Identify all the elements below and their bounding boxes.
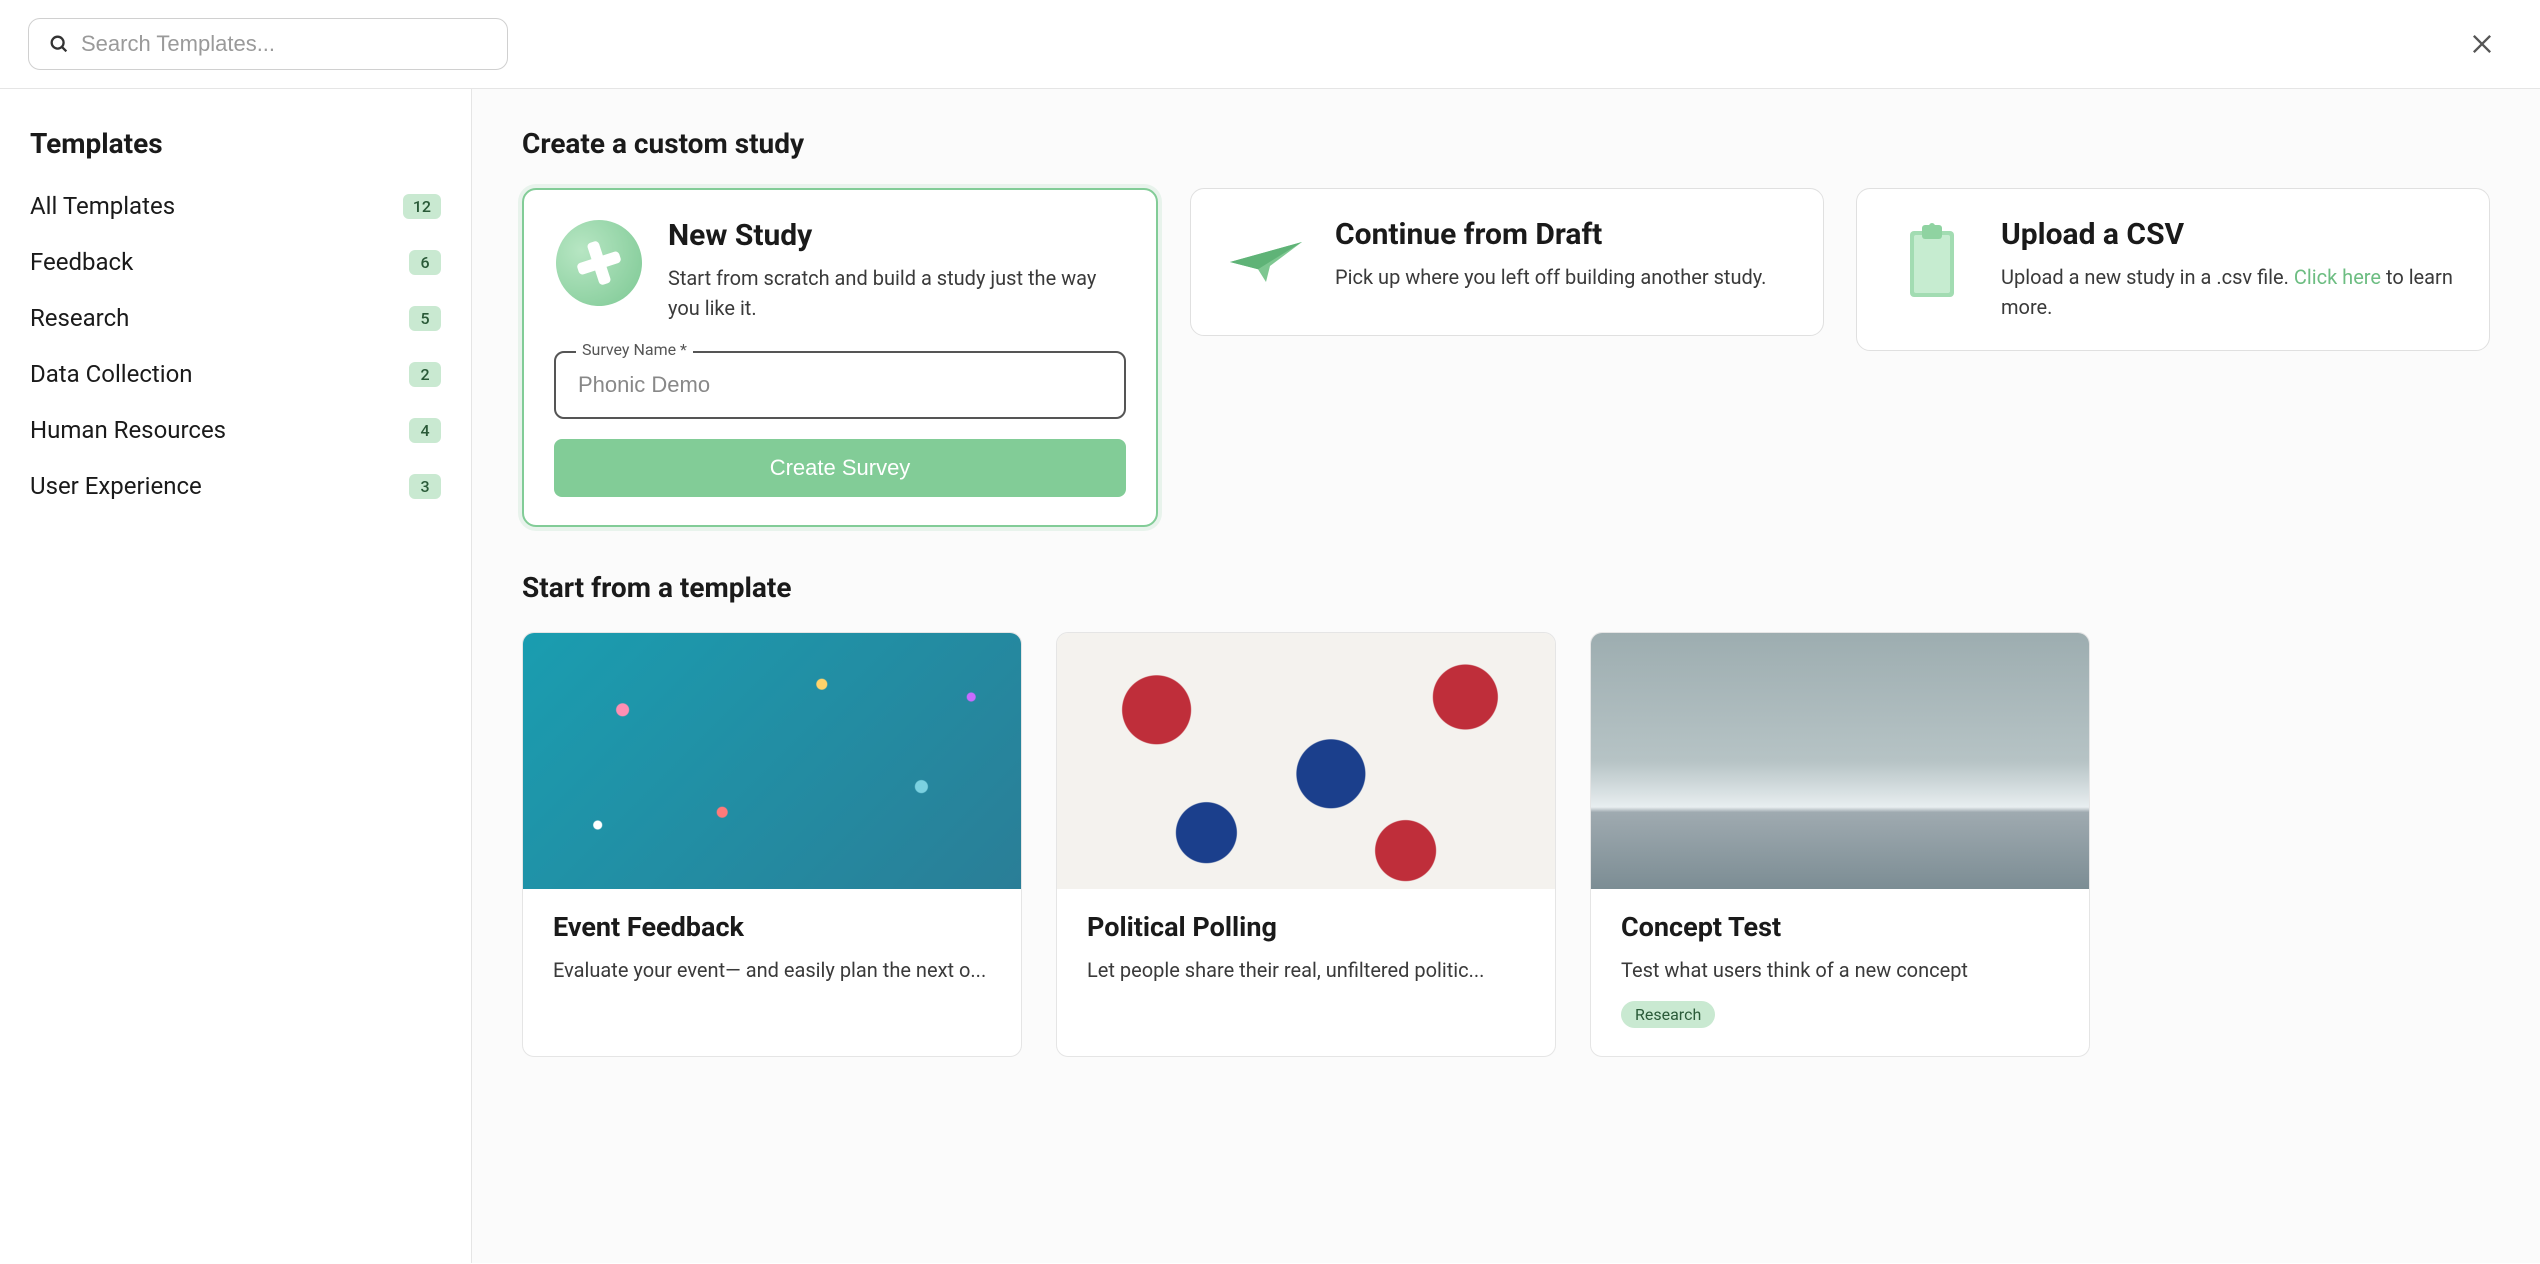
sidebar-item-user-experience[interactable]: User Experience 3 <box>30 458 441 514</box>
template-title: Event Feedback <box>553 911 991 943</box>
card-header: Upload a CSV Upload a new study in a .cs… <box>1887 217 2459 322</box>
templates-row: Event Feedback Evaluate your event— and … <box>522 632 2490 1057</box>
close-button[interactable] <box>2462 24 2502 64</box>
upload-csv-card[interactable]: Upload a CSV Upload a new study in a .cs… <box>1856 188 2490 351</box>
template-tag: Research <box>1621 1001 1715 1028</box>
field-label: Survey Name * <box>576 340 693 359</box>
clipboard-icon <box>1887 217 1977 307</box>
search-wrapper <box>28 18 508 70</box>
card-title: Continue from Draft <box>1335 217 1793 252</box>
sidebar-item-label: Feedback <box>30 248 133 276</box>
count-badge: 4 <box>409 418 441 443</box>
card-desc: Upload a new study in a .csv file. Click… <box>2001 262 2459 322</box>
modal-header <box>0 0 2540 89</box>
template-desc: Let people share their real, unfiltered … <box>1087 955 1525 985</box>
desc-prefix: Upload a new study in a .csv file. <box>2001 265 2294 289</box>
count-badge: 2 <box>409 362 441 387</box>
count-badge: 12 <box>403 194 441 219</box>
sidebar-item-all-templates[interactable]: All Templates 12 <box>30 178 441 234</box>
template-desc: Evaluate your event— and easily plan the… <box>553 955 991 985</box>
card-text: Upload a CSV Upload a new study in a .cs… <box>2001 217 2459 322</box>
template-card-concept-test[interactable]: Concept Test Test what users think of a … <box>1590 632 2090 1057</box>
search-input[interactable] <box>28 18 508 70</box>
count-badge: 3 <box>409 474 441 499</box>
content: Templates All Templates 12 Feedback 6 Re… <box>0 89 2540 1263</box>
card-desc: Start from scratch and build a study jus… <box>668 263 1126 323</box>
new-study-card[interactable]: New Study Start from scratch and build a… <box>522 188 1158 527</box>
template-thumbnail <box>1057 633 1555 889</box>
template-body: Concept Test Test what users think of a … <box>1591 889 2089 1056</box>
card-text: Continue from Draft Pick up where you le… <box>1335 217 1793 292</box>
card-desc: Pick up where you left off building anot… <box>1335 262 1793 292</box>
template-body: Event Feedback Evaluate your event— and … <box>523 889 1021 1013</box>
template-card-political-polling[interactable]: Political Polling Let people share their… <box>1056 632 1556 1057</box>
card-text: New Study Start from scratch and build a… <box>668 218 1126 323</box>
sidebar-list: All Templates 12 Feedback 6 Research 5 D… <box>30 178 441 514</box>
main-panel: Create a custom study New Study Start fr… <box>472 89 2540 1263</box>
sidebar-item-data-collection[interactable]: Data Collection 2 <box>30 346 441 402</box>
click-here-link[interactable]: Click here <box>2294 265 2381 289</box>
sidebar-item-label: Research <box>30 304 129 332</box>
card-title: New Study <box>668 218 1126 253</box>
continue-draft-card[interactable]: Continue from Draft Pick up where you le… <box>1190 188 1824 336</box>
count-badge: 5 <box>409 306 441 331</box>
template-body: Political Polling Let people share their… <box>1057 889 1555 1013</box>
sidebar-item-label: Human Resources <box>30 416 226 444</box>
template-desc: Test what users think of a new concept <box>1621 955 2059 985</box>
sidebar-item-label: User Experience <box>30 472 202 500</box>
sidebar-item-research[interactable]: Research 5 <box>30 290 441 346</box>
template-thumbnail <box>523 633 1021 889</box>
card-header: Continue from Draft Pick up where you le… <box>1221 217 1793 307</box>
card-title: Upload a CSV <box>2001 217 2459 252</box>
sidebar-item-human-resources[interactable]: Human Resources 4 <box>30 402 441 458</box>
start-from-template-title: Start from a template <box>522 571 2490 604</box>
custom-study-row: New Study Start from scratch and build a… <box>522 188 2490 527</box>
sidebar-item-label: All Templates <box>30 192 175 220</box>
card-header: New Study Start from scratch and build a… <box>554 218 1126 323</box>
sidebar-item-feedback[interactable]: Feedback 6 <box>30 234 441 290</box>
template-card-event-feedback[interactable]: Event Feedback Evaluate your event— and … <box>522 632 1022 1057</box>
count-badge: 6 <box>409 250 441 275</box>
paper-plane-icon <box>1221 217 1311 307</box>
sidebar-item-label: Data Collection <box>30 360 193 388</box>
template-title: Concept Test <box>1621 911 2059 943</box>
create-survey-button[interactable]: Create Survey <box>554 439 1126 497</box>
survey-name-input[interactable] <box>554 351 1126 419</box>
search-icon <box>48 33 70 55</box>
plus-icon <box>554 218 644 308</box>
survey-name-field: Survey Name * <box>554 351 1126 419</box>
sidebar: Templates All Templates 12 Feedback 6 Re… <box>0 89 472 1263</box>
template-title: Political Polling <box>1087 911 1525 943</box>
template-thumbnail <box>1591 633 2089 889</box>
create-custom-study-title: Create a custom study <box>522 127 2490 160</box>
sidebar-title: Templates <box>30 127 441 160</box>
